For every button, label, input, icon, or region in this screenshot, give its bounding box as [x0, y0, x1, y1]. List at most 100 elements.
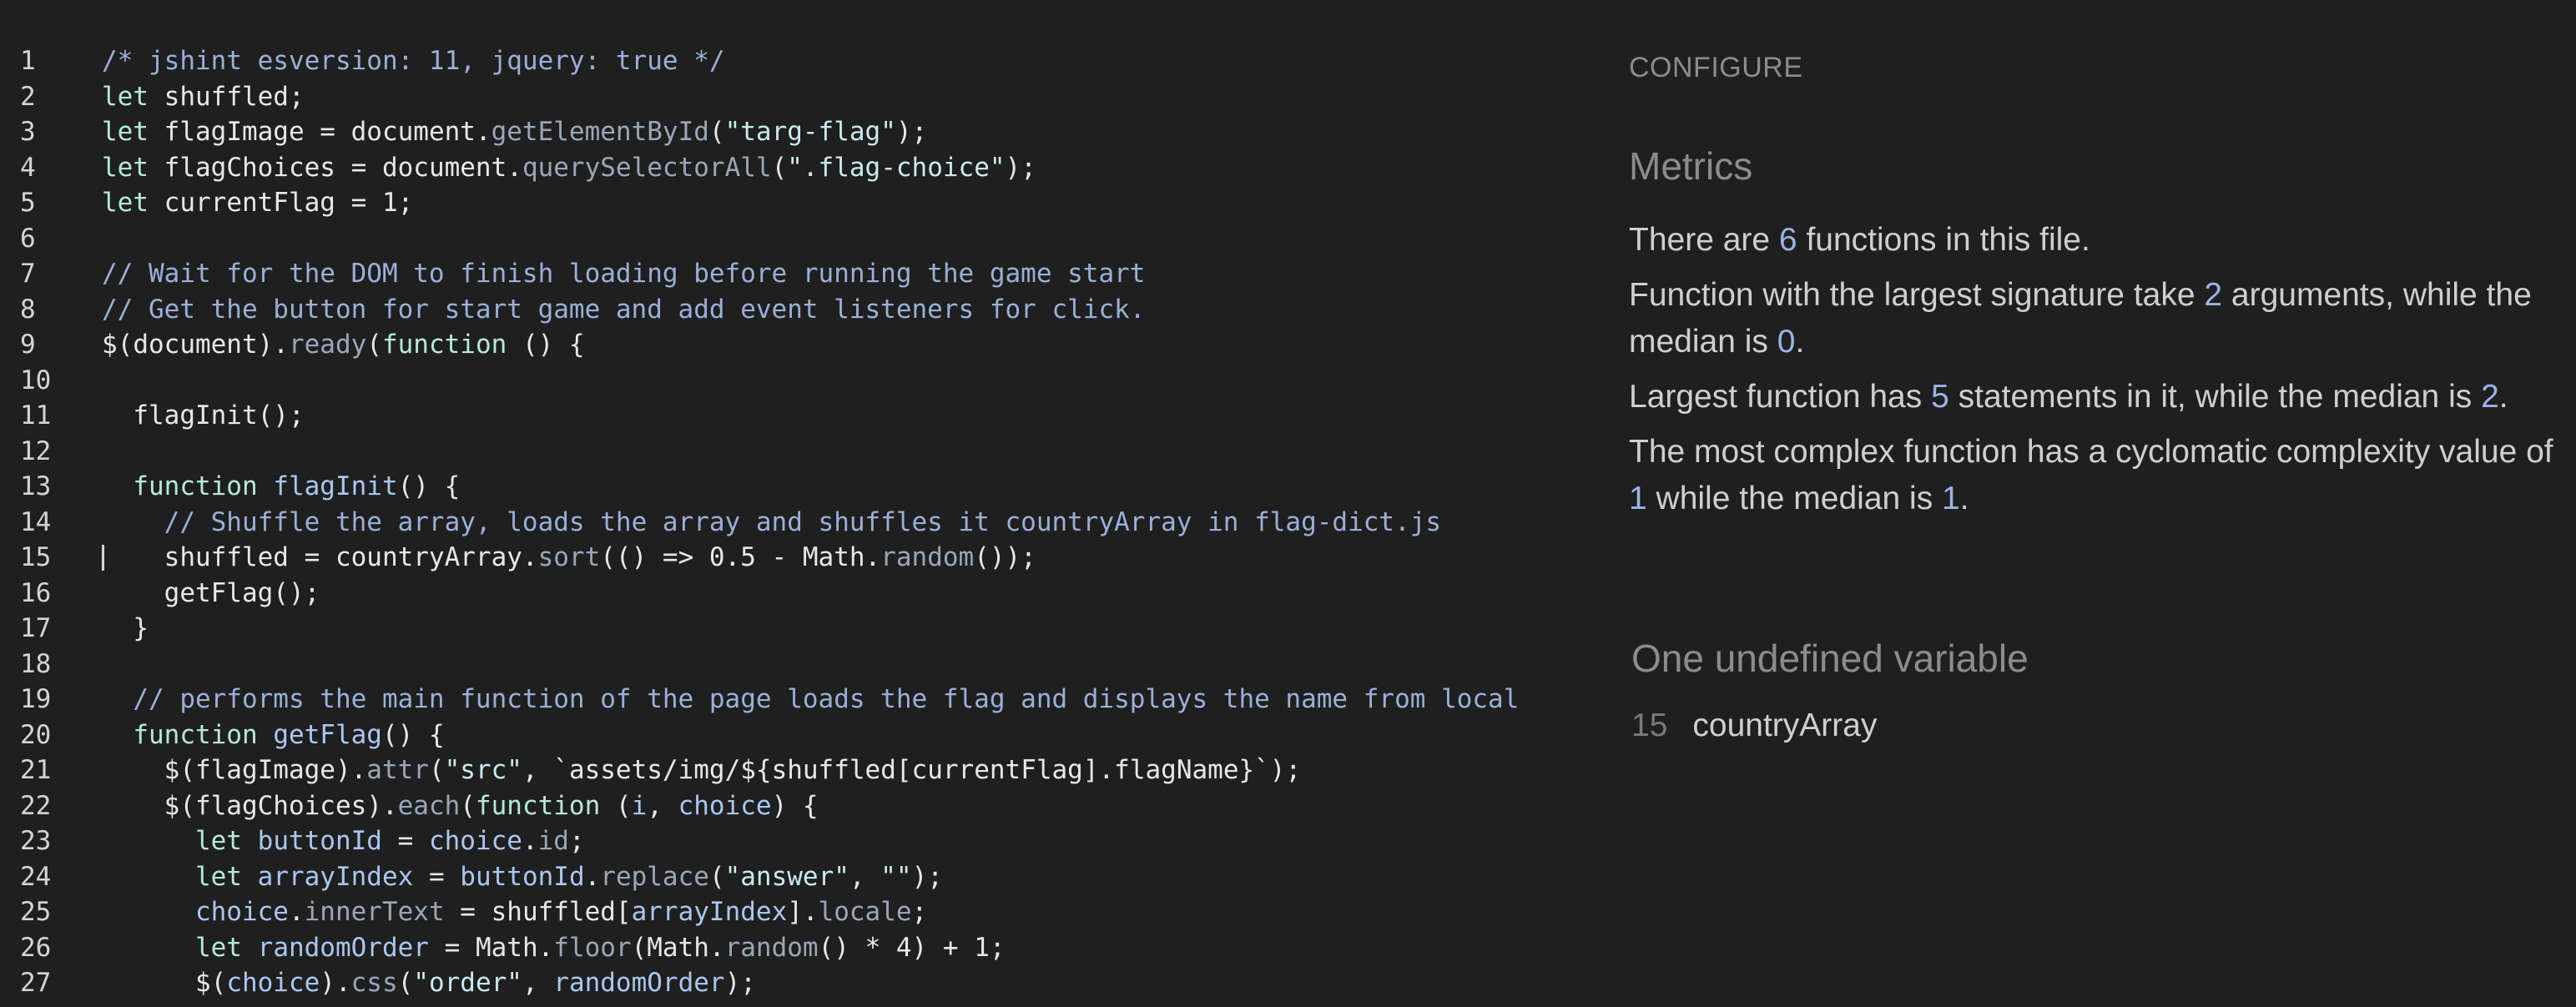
code-line[interactable]: 1 /* jshint esversion: 11, jquery: true *… — [0, 43, 1611, 79]
code-token: choice — [226, 968, 320, 998]
line-number: 3 — [20, 117, 36, 147]
code-line[interactable]: 19 // performs the main function of the … — [0, 682, 1611, 717]
code-token: $(document). — [102, 330, 289, 360]
code-token: function — [381, 330, 507, 360]
code-line[interactable]: 7 // Wait for the DOM to finish loading b… — [0, 256, 1611, 292]
line-number: 13 — [20, 471, 52, 501]
code-text: function getFlag() { — [102, 717, 444, 753]
code-token: id — [537, 826, 569, 856]
line-number: 12 — [20, 436, 52, 466]
code-token: ()); — [974, 542, 1036, 572]
metric-complexity: The most complex function has a cyclomat… — [1629, 429, 2572, 522]
code-line[interactable]: 6 — [0, 221, 1611, 257]
code-token: (() => 0.5 - Math. — [600, 542, 881, 572]
code-token: css — [350, 968, 398, 998]
code-line[interactable]: 9 $(document).ready(function () { — [0, 327, 1611, 363]
code-token: "targ-flag" — [724, 117, 896, 147]
code-token: flagInit — [273, 471, 398, 501]
jshint-app: 1 /* jshint esversion: 11, jquery: true *… — [0, 0, 2576, 1007]
code-text: let arrayIndex = buttonId.replace("answe… — [102, 859, 943, 895]
code-token: let — [102, 81, 149, 112]
code-text: /* jshint esversion: 11, jquery: true */ — [102, 43, 725, 79]
code-line[interactable]: 22 $(flagChoices).each(function (i, choi… — [0, 788, 1611, 824]
line-number: 23 — [20, 826, 52, 856]
code-token: flagImage = document. — [149, 117, 492, 147]
code-line[interactable]: 13 function flagInit() { — [0, 469, 1611, 505]
code-line[interactable]: 8 // Get the button for start game and ad… — [0, 292, 1611, 328]
code-token: ( — [708, 861, 725, 892]
code-line[interactable]: 10 — [0, 363, 1611, 399]
code-line[interactable]: 20 function getFlag() { — [0, 717, 1611, 753]
code-line[interactable]: 2 let shuffled; — [0, 79, 1611, 115]
code-token: arrayIndex — [631, 897, 788, 927]
code-line[interactable]: 3 let flagImage = document.getElementById… — [0, 114, 1611, 150]
code-line[interactable]: 15 shuffled = countryArray.sort(() => 0.… — [0, 540, 1611, 576]
line-number: 20 — [20, 719, 52, 750]
line-number: 6 — [20, 223, 36, 254]
code-token: let — [102, 152, 149, 183]
code-token: ; — [568, 826, 585, 856]
code-line[interactable]: 5 let currentFlag = 1; — [0, 185, 1611, 221]
results-panel: CONFIGURE Metrics There are 6 functions … — [1629, 0, 2576, 1007]
metric-number: 5 — [1931, 379, 1949, 415]
code-token: choice — [678, 790, 772, 821]
configure-link[interactable]: CONFIGURE — [1629, 52, 1803, 84]
code-line[interactable]: 14 // Shuffle the array, loads the array… — [0, 505, 1611, 541]
metric-number: 1 — [1629, 481, 1647, 516]
code-token: // Get the button for start game and add… — [102, 294, 1146, 325]
code-line[interactable]: 18 — [0, 647, 1611, 682]
code-token: "" — [880, 861, 912, 892]
code-line[interactable]: 11 flagInit(); — [0, 398, 1611, 434]
code-token: , — [522, 968, 554, 998]
code-line[interactable]: 21 $(flagImage).attr("src", `assets/img/… — [0, 753, 1611, 788]
code-token: currentFlag = 1; — [149, 188, 414, 218]
code-token: = Math. — [428, 932, 554, 963]
code-token: = shuffled[ — [444, 897, 632, 927]
code-text: $(document).ready(function () { — [102, 327, 585, 363]
code-token: () { — [397, 471, 461, 501]
code-line[interactable]: 16 getFlag(); — [0, 576, 1611, 612]
line-number: 5 — [20, 188, 36, 218]
code-line[interactable]: 4 let flagChoices = document.querySelecto… — [0, 150, 1611, 186]
code-token: } — [133, 613, 149, 643]
code-token: = — [413, 861, 461, 892]
code-line[interactable]: 27 $(choice).css("order", randomOrder); — [0, 965, 1611, 1001]
code-editor[interactable]: 1 /* jshint esversion: 11, jquery: true *… — [0, 43, 1611, 1007]
code-line[interactable]: 17 } — [0, 611, 1611, 647]
code-line[interactable]: 26 let randomOrder = Math.floor(Math.ran… — [0, 930, 1611, 966]
code-token: shuffled = countryArray. — [164, 542, 538, 572]
code-text: let currentFlag = 1; — [102, 185, 413, 221]
metric-number: 2 — [2481, 379, 2499, 415]
undefined-variable-item[interactable]: 15 countryArray — [1631, 707, 1877, 744]
metric-number: 6 — [1778, 222, 1797, 258]
code-token: each — [397, 790, 461, 821]
code-line[interactable]: 25 choice.innerText = shuffled[arrayInde… — [0, 894, 1611, 930]
code-line[interactable]: 24 let arrayIndex = buttonId.replace("an… — [0, 859, 1611, 895]
code-token: getElementById — [491, 117, 709, 147]
metric-text: functions in this file. — [1797, 222, 2090, 258]
code-token: buttonId — [257, 826, 382, 856]
code-token: ( — [397, 968, 414, 998]
line-number: 1 — [20, 46, 36, 76]
code-text: let randomOrder = Math.floor(Math.random… — [102, 930, 1006, 966]
code-token: floor — [553, 932, 632, 963]
code-line[interactable]: 12 — [0, 434, 1611, 470]
code-token: ready — [288, 330, 367, 360]
code-text: let flagChoices = document.querySelector… — [102, 150, 1036, 186]
metric-text: Function with the largest signature take — [1629, 277, 2205, 313]
line-number: 7 — [20, 259, 36, 289]
code-line[interactable]: 23 let buttonId = choice.id; — [0, 823, 1611, 859]
code-token: ) { — [771, 790, 819, 821]
code-token: ( — [600, 790, 632, 821]
code-token: , — [849, 861, 881, 892]
code-token: querySelectorAll — [522, 152, 772, 183]
line-number: 14 — [20, 506, 52, 537]
